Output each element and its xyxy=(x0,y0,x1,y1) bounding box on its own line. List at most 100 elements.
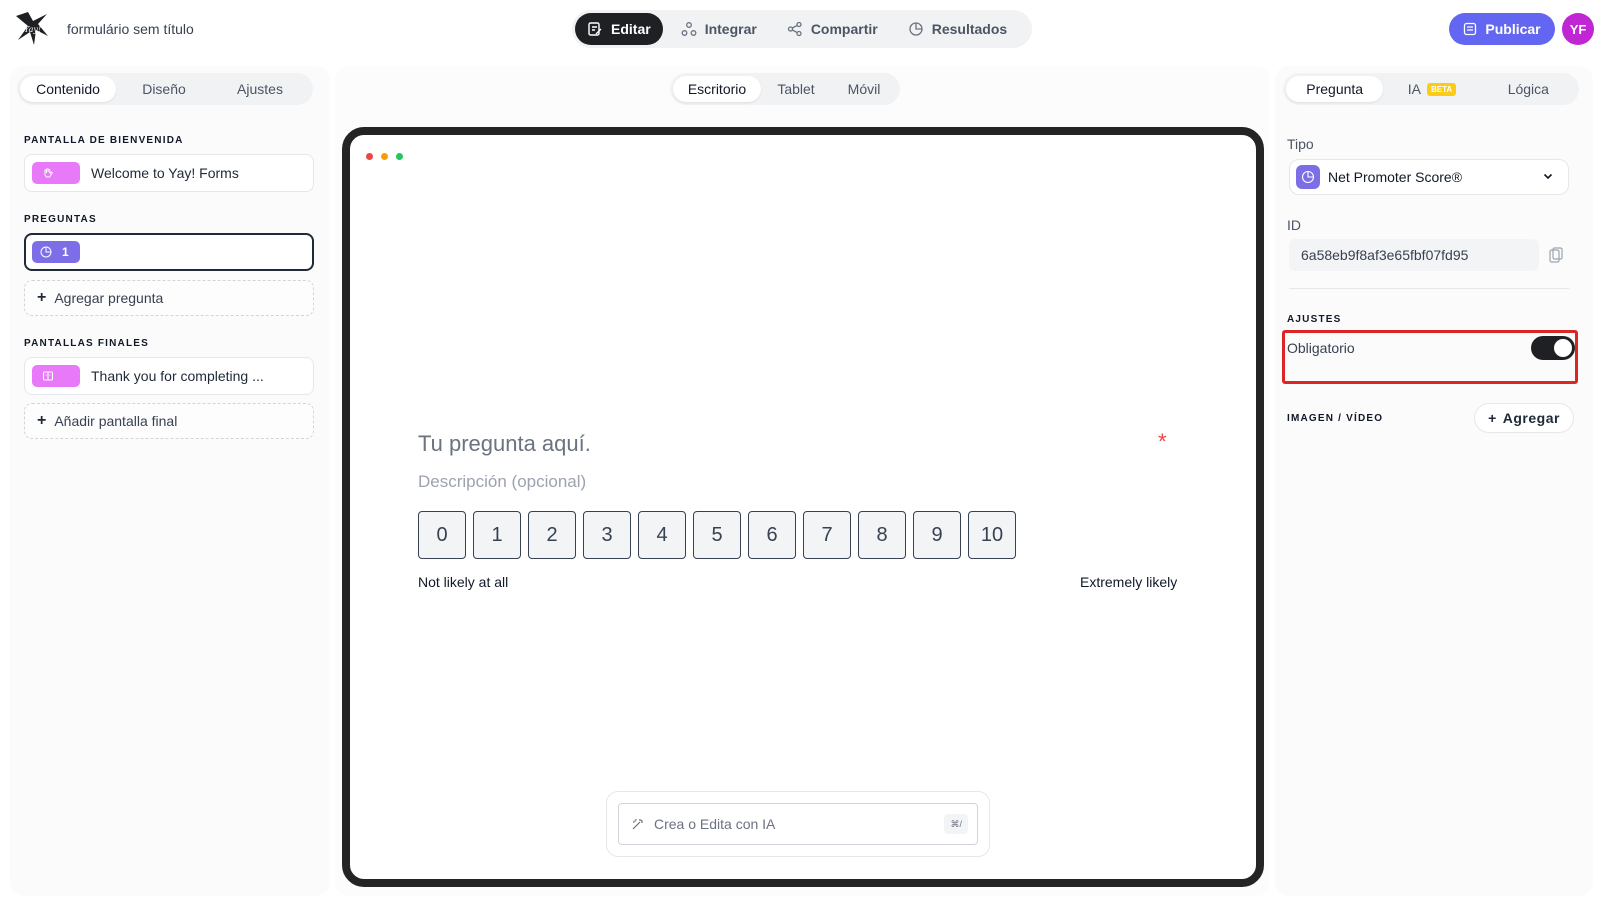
exit-icon xyxy=(43,371,53,381)
question-title[interactable]: Tu pregunta aquí. xyxy=(418,431,591,457)
share-icon xyxy=(787,21,802,37)
required-toggle[interactable] xyxy=(1531,336,1575,360)
add-end-screen-button[interactable]: + Añadir pantalla final xyxy=(24,403,314,439)
required-asterisk: * xyxy=(1158,429,1167,454)
settings-section-label: AJUSTES xyxy=(1287,314,1342,325)
right-tabs: Pregunta IA BETA Lógica xyxy=(1283,73,1579,105)
add-question-label: Agregar pregunta xyxy=(54,290,164,306)
add-question-button[interactable]: + Agregar pregunta xyxy=(24,280,314,316)
add-end-label: Añadir pantalla final xyxy=(54,413,178,429)
question-id-field[interactable]: 6a58eb9f8af3e65fbf07fd95 xyxy=(1289,239,1539,271)
media-section-label: IMAGEN / VÍDEO xyxy=(1287,413,1384,424)
welcome-item-label: Welcome to Yay! Forms xyxy=(91,165,239,181)
nps-option-4[interactable]: 4 xyxy=(638,511,686,559)
tab-ajustes[interactable]: Ajustes xyxy=(212,76,308,102)
questions-section-label: PREGUNTAS xyxy=(24,214,97,225)
minimize-dot xyxy=(381,153,388,160)
plus-icon: + xyxy=(1488,410,1497,426)
share-mode-button[interactable]: Compartir xyxy=(775,13,890,45)
nps-option-10[interactable]: 10 xyxy=(968,511,1016,559)
add-media-label: Agregar xyxy=(1502,410,1560,426)
tab-diseno[interactable]: Diseño xyxy=(116,76,212,102)
scale-high-label[interactable]: Extremely likely xyxy=(1080,574,1177,590)
left-tabs: Contenido Diseño Ajustes xyxy=(17,73,313,105)
add-media-button[interactable]: + Agregar xyxy=(1474,403,1574,433)
user-avatar[interactable]: YF xyxy=(1562,13,1594,45)
end-screen-item[interactable]: Thank you for completing ... xyxy=(24,357,314,395)
nps-scale: 0 1 2 3 4 5 6 7 8 9 10 xyxy=(418,511,1016,559)
edit-mode-button[interactable]: Editar xyxy=(575,13,663,45)
magic-wand-icon xyxy=(632,819,643,830)
plus-icon: + xyxy=(37,412,47,429)
tab-ia-label: IA xyxy=(1407,81,1422,97)
plus-icon: + xyxy=(37,289,47,306)
content-panel: Contenido Diseño Ajustes PANTALLA DE BIE… xyxy=(10,66,330,896)
settings-panel: Pregunta IA BETA Lógica Tipo Net Promote… xyxy=(1275,66,1593,896)
publish-icon xyxy=(1464,22,1477,36)
results-icon xyxy=(909,22,923,36)
required-setting-highlight xyxy=(1282,330,1578,384)
ai-prompt-input[interactable]: Crea o Edita con IA ⌘/ xyxy=(618,803,978,845)
top-bar: Yay! formulário sem título Editar Integr… xyxy=(0,0,1600,60)
close-dot xyxy=(366,153,373,160)
toggle-knob xyxy=(1554,339,1572,357)
chevron-down-icon xyxy=(1543,173,1553,180)
tab-contenido[interactable]: Contenido xyxy=(20,76,116,102)
nps-option-1[interactable]: 1 xyxy=(473,511,521,559)
yay-logo-icon[interactable]: Yay! xyxy=(14,12,50,46)
nps-option-9[interactable]: 9 xyxy=(913,511,961,559)
tab-tablet[interactable]: Tablet xyxy=(761,76,831,102)
tab-escritorio[interactable]: Escritorio xyxy=(673,76,761,102)
results-mode-button[interactable]: Resultados xyxy=(896,13,1019,45)
end-chip xyxy=(32,365,80,387)
type-label: Tipo xyxy=(1287,136,1314,152)
divider xyxy=(1289,288,1569,289)
scale-low-label[interactable]: Not likely at all xyxy=(418,574,508,590)
ai-prompt-container: Crea o Edita con IA ⌘/ xyxy=(606,791,990,857)
copy-icon[interactable] xyxy=(1549,247,1563,263)
share-mode-label: Compartir xyxy=(810,21,878,37)
nps-option-8[interactable]: 8 xyxy=(858,511,906,559)
nps-type-icon xyxy=(1296,165,1320,189)
tab-ia[interactable]: IA BETA xyxy=(1383,76,1480,102)
welcome-screen-item[interactable]: Welcome to Yay! Forms xyxy=(24,154,314,192)
edit-icon xyxy=(588,22,602,36)
hand-wave-icon xyxy=(44,168,53,178)
end-item-label: Thank you for completing ... xyxy=(91,368,264,384)
id-label: ID xyxy=(1287,217,1301,233)
results-mode-label: Resultados xyxy=(931,21,1008,37)
nps-option-3[interactable]: 3 xyxy=(583,511,631,559)
beta-badge: BETA xyxy=(1427,82,1457,96)
welcome-section-label: PANTALLA DE BIENVENIDA xyxy=(24,135,184,146)
question-type-value: Net Promoter Score® xyxy=(1328,169,1463,185)
tab-pregunta[interactable]: Pregunta xyxy=(1286,76,1384,102)
tab-movil[interactable]: Móvil xyxy=(831,76,897,102)
device-tabs: Escritorio Tablet Móvil xyxy=(670,73,900,105)
ai-prompt-placeholder: Crea o Edita con IA xyxy=(654,816,776,832)
nps-option-2[interactable]: 2 xyxy=(528,511,576,559)
nps-option-7[interactable]: 7 xyxy=(803,511,851,559)
tab-logica[interactable]: Lógica xyxy=(1481,76,1576,102)
device-preview-frame: Tu pregunta aquí. * Descripción (opciona… xyxy=(342,127,1264,887)
question-number: 1 xyxy=(62,245,69,259)
welcome-chip xyxy=(32,162,80,184)
nps-option-5[interactable]: 5 xyxy=(693,511,741,559)
window-dots xyxy=(366,153,403,160)
svg-text:Yay!: Yay! xyxy=(24,25,41,34)
ai-shortcut-hint: ⌘/ xyxy=(944,814,968,834)
integrate-icon xyxy=(681,22,697,36)
mode-switch: Editar Integrar Compartir Resultados xyxy=(572,10,1032,48)
nps-option-6[interactable]: 6 xyxy=(748,511,796,559)
end-screens-section-label: PANTALLAS FINALES xyxy=(24,338,150,349)
integrate-mode-button[interactable]: Integrar xyxy=(669,13,769,45)
publish-button[interactable]: Publicar xyxy=(1449,13,1555,45)
question-chip: 1 xyxy=(32,241,80,263)
nps-option-0[interactable]: 0 xyxy=(418,511,466,559)
edit-mode-label: Editar xyxy=(611,21,651,37)
nps-icon xyxy=(40,246,52,258)
question-description[interactable]: Descripción (opcional) xyxy=(418,472,586,492)
question-item[interactable]: 1 xyxy=(24,233,314,271)
maximize-dot xyxy=(396,153,403,160)
question-type-select[interactable]: Net Promoter Score® xyxy=(1289,159,1569,195)
form-title[interactable]: formulário sem título xyxy=(67,21,194,37)
